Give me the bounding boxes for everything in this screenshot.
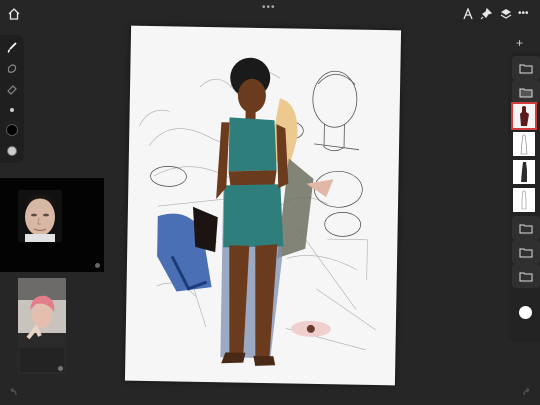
layer-4-preview — [513, 188, 535, 212]
layer-folder-4[interactable] — [512, 240, 540, 264]
drawing-canvas[interactable] — [124, 25, 402, 386]
brush-size-slider[interactable] — [0, 101, 24, 119]
ruler-button[interactable] — [458, 4, 478, 24]
current-color-swatch[interactable] — [0, 121, 24, 139]
folder-icon — [519, 272, 533, 282]
reference-image-portrait — [18, 190, 62, 242]
pin-button[interactable] — [476, 4, 496, 24]
brush-size-dot — [10, 108, 14, 112]
smudge-tool[interactable] — [0, 60, 24, 78]
layer-3-preview — [513, 160, 535, 184]
ruler-icon — [463, 8, 473, 20]
layers-icon — [500, 9, 512, 19]
redo-button[interactable] — [522, 384, 532, 402]
home-icon — [8, 8, 20, 20]
layer-thumbnail-3[interactable] — [513, 160, 535, 184]
layer-folder-2[interactable] — [512, 80, 540, 104]
color-swatch-primary — [6, 124, 18, 136]
layers-panel — [508, 52, 540, 342]
smudge-icon — [7, 64, 17, 73]
redo-icon — [523, 387, 530, 396]
layer-thumbnail-1-selected[interactable] — [511, 102, 537, 130]
folder-icon — [519, 248, 533, 258]
reference-panel-1[interactable] — [0, 178, 104, 272]
reference-panel-resize-handle[interactable] — [95, 263, 100, 268]
brush-icon — [7, 42, 17, 53]
folder-icon — [519, 64, 533, 74]
layer-thumbnail-2[interactable] — [513, 132, 535, 156]
eraser-icon — [7, 85, 17, 95]
reference-image-photo — [18, 278, 66, 374]
left-toolbar — [0, 35, 24, 163]
eraser-tool[interactable] — [0, 80, 24, 98]
undo-icon — [10, 387, 17, 396]
artwork — [139, 57, 377, 366]
add-layer-button[interactable]: + — [516, 36, 523, 50]
layer-folder-1[interactable] — [512, 56, 540, 80]
layer-2-preview — [513, 132, 535, 156]
folder-open-icon — [519, 88, 533, 98]
opacity-dot — [7, 146, 17, 156]
home-button[interactable] — [4, 4, 24, 24]
pin-icon — [480, 8, 492, 20]
layer-folder-3[interactable] — [512, 216, 540, 240]
layer-folder-5[interactable] — [512, 264, 540, 288]
reference-panel-2[interactable] — [18, 278, 66, 374]
background-color-swatch[interactable] — [519, 306, 532, 319]
folder-icon — [519, 224, 533, 234]
layer-thumbnail-4[interactable] — [513, 188, 535, 212]
more-menu-button[interactable]: ••• — [518, 8, 529, 19]
brush-tool[interactable] — [0, 39, 24, 57]
undo-button[interactable] — [8, 384, 18, 402]
reference-panel-2-resize-handle[interactable] — [58, 366, 63, 371]
top-drag-handle[interactable]: ••• — [262, 2, 276, 13]
opacity-slider[interactable] — [0, 142, 24, 160]
layers-button[interactable] — [496, 4, 516, 24]
layer-1-preview — [513, 104, 535, 128]
